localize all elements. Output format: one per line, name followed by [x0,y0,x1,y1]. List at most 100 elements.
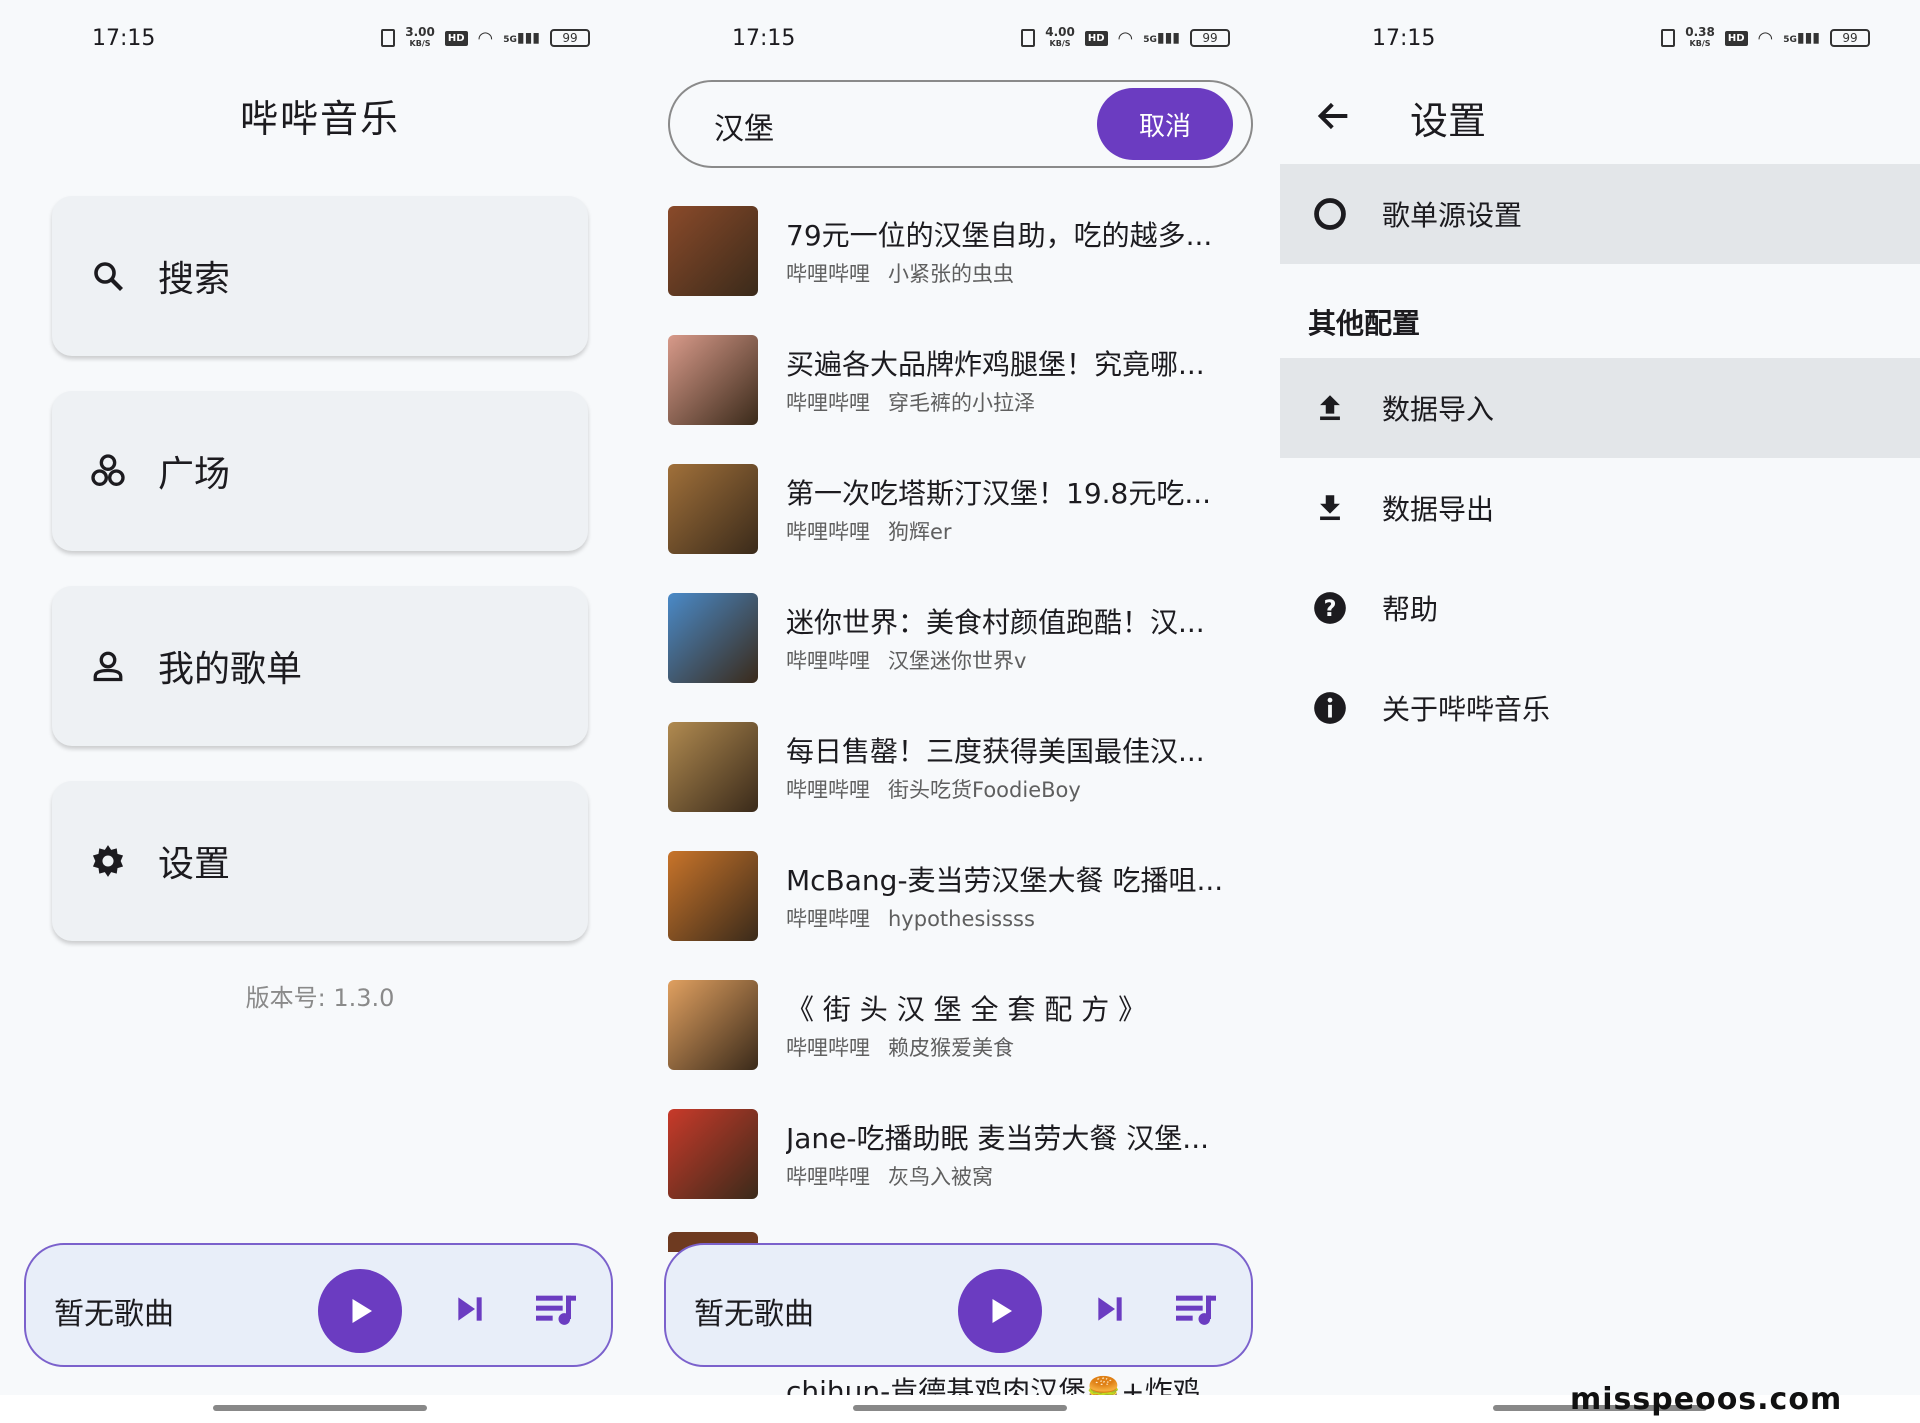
status-time: 17:15 [1372,26,1436,51]
version-text: 版本号: 1.3.0 [245,984,395,1012]
queue-button[interactable] [1172,1289,1220,1329]
data-import-setting[interactable]: 数据导入 [1280,358,1920,458]
result-thumbnail[interactable] [668,722,758,812]
result-thumbnail[interactable] [668,593,758,683]
result-author: 穿毛裤的小拉泽 [888,391,1035,415]
mini-player[interactable]: 暂无歌曲 [24,1243,613,1367]
playlist-source-setting[interactable]: 歌单源设置 [1280,164,1920,264]
menu-square-button[interactable]: 广场 [52,391,588,551]
result-author: 灰鸟入被窝 [888,1165,993,1189]
menu-label: 搜索 [158,259,231,300]
watermark: misspeoos.com [1570,1382,1843,1417]
network-speed: 0.38 KB/S [1685,25,1715,48]
search-result-item[interactable]: 买遍各大品牌炸鸡腿堡！究竟哪... 哔哩哔哩 穿毛裤的小拉泽 [668,329,1258,458]
search-result-item[interactable]: McBang-麦当劳汉堡大餐 吃播咀... 哔哩哔哩 hypothesissss [668,845,1258,974]
cancel-button[interactable]: 取消 [1097,88,1233,160]
result-thumbnail[interactable] [668,335,758,425]
about-setting[interactable]: 关于哔哔音乐 [1280,658,1920,758]
help-setting[interactable]: ? 帮助 [1280,558,1920,658]
play-button[interactable] [318,1269,402,1353]
status-bar: 17:15 3.00 KB/S HD ◠ 5G▮▮▮ 99 [0,0,640,80]
status-bar: 17:15 4.00 KB/S HD ◠ 5G▮▮▮ 99 [640,0,1280,80]
result-thumbnail[interactable] [668,851,758,941]
signal-icon: 5G▮▮▮ [1143,30,1180,46]
section-heading: 其他配置 [1308,307,1421,340]
vibrate-icon [1021,29,1036,47]
search-result-item[interactable]: 79元一位的汉堡自助，吃的越多... 哔哩哔哩 小紧张的虫虫 [668,200,1258,329]
gear-icon [88,841,128,881]
setting-label: 数据导入 [1382,393,1495,426]
hd-badge: HD [444,30,468,46]
result-thumbnail[interactable] [668,464,758,554]
home-indicator[interactable] [213,1405,427,1411]
workspaces-icon [88,451,128,491]
data-export-setting[interactable]: 数据导出 [1280,458,1920,558]
setting-label: 数据导出 [1382,493,1495,526]
queue-music-icon [1176,1295,1216,1325]
menu-my-playlist-button[interactable]: 我的歌单 [52,586,588,746]
download-icon [1310,488,1350,528]
result-source: 哔哩哔哩 [786,778,870,802]
skip-next-icon [458,1297,482,1321]
result-source: 哔哩哔哩 [786,391,870,415]
wifi-icon: ◠ [1117,27,1134,49]
search-result-item[interactable]: 第一次吃塔斯汀汉堡！19.8元吃... 哔哩哔哩 狗辉er [668,458,1258,587]
menu-settings-button[interactable]: 设置 [52,781,588,941]
home-indicator[interactable] [853,1405,1067,1411]
result-title: 《 街 头 汉 堡 全 套 配 方 》 [786,993,1147,1026]
queue-music-icon [536,1295,576,1325]
menu-search-button[interactable]: 搜索 [52,196,588,356]
search-icon [88,256,128,296]
result-subtitle: 哔哩哔哩 汉堡迷你世界v [786,645,1026,675]
setting-label: 歌单源设置 [1382,199,1523,232]
network-speed: 4.00 KB/S [1045,25,1075,48]
search-result-item[interactable]: 迷你世界：美食村颜值跑酷！汉... 哔哩哔哩 汉堡迷你世界v [668,587,1258,716]
home-screen: 17:15 3.00 KB/S HD ◠ 5G▮▮▮ 99 哔哔音乐 搜索 广场 … [0,0,640,1423]
result-source: 哔哩哔哩 [786,520,870,544]
status-time: 17:15 [732,26,796,51]
result-subtitle: 哔哩哔哩 街头吃货FoodieBoy [786,774,1081,804]
play-button[interactable] [958,1269,1042,1353]
search-result-item[interactable]: Jane-吃播助眠 麦当劳大餐 汉堡... 哔哩哔哩 灰鸟入被窝 [668,1103,1258,1232]
menu-label: 广场 [158,454,231,495]
now-playing-text: 暂无歌曲 [54,1297,174,1332]
search-result-item[interactable]: 每日售罄！三度获得美国最佳汉... 哔哩哔哩 街头吃货FoodieBoy [668,716,1258,845]
settings-screen: 17:15 0.38 KB/S HD ◠ 5G▮▮▮ 99 设置 歌单源设置 其他… [1280,0,1920,1423]
radio-unchecked-icon[interactable] [1310,194,1350,234]
settings-header: 设置 [1280,80,1920,160]
play-icon [352,1299,372,1323]
search-results-list: 79元一位的汉堡自助，吃的越多... 哔哩哔哩 小紧张的虫虫 买遍各大品牌炸鸡腿堡！究… [668,200,1258,1232]
result-source: 哔哩哔哩 [786,262,870,286]
result-title: McBang-麦当劳汉堡大餐 吃播咀... [786,864,1224,897]
result-subtitle: 哔哩哔哩 hypothesissss [786,903,1035,933]
skip-next-button[interactable] [1090,1289,1130,1329]
wifi-icon: ◠ [1757,27,1774,49]
back-button[interactable] [1314,96,1360,142]
result-author: 狗辉er [888,520,952,544]
mini-player[interactable]: 暂无歌曲 [664,1243,1253,1367]
queue-button[interactable] [532,1289,580,1329]
search-result-item[interactable]: 《 街 头 汉 堡 全 套 配 方 》哔哩哔哩 赖皮猴爱美食 [668,974,1258,1103]
result-thumbnail[interactable] [668,980,758,1070]
skip-next-icon [1098,1297,1122,1321]
battery-icon: 99 [1190,29,1230,47]
status-bar: 17:15 0.38 KB/S HD ◠ 5G▮▮▮ 99 [1280,0,1920,80]
menu-label: 我的歌单 [158,649,303,690]
signal-icon: 5G▮▮▮ [1783,30,1820,46]
setting-label: 关于哔哔音乐 [1382,693,1551,726]
result-thumbnail[interactable] [668,206,758,296]
play-icon [992,1299,1012,1323]
result-subtitle: 哔哩哔哩 穿毛裤的小拉泽 [786,387,1035,417]
search-input[interactable]: 汉堡 取消 [668,80,1253,168]
result-subtitle: 哔哩哔哩 小紧张的虫虫 [786,258,1014,288]
network-speed: 3.00 KB/S [405,25,435,48]
result-title: 迷你世界：美食村颜值跑酷！汉... [786,606,1205,639]
page-title: 设置 [1410,99,1487,143]
result-thumbnail[interactable] [668,1109,758,1199]
skip-next-button[interactable] [450,1289,490,1329]
search-screen: 17:15 4.00 KB/S HD ◠ 5G▮▮▮ 99 汉堡 取消 79元一位… [640,0,1280,1423]
arrow-back-icon [1317,102,1348,130]
search-query[interactable]: 汉堡 [714,104,774,148]
result-author: 赖皮猴爱美食 [888,1036,1014,1060]
result-source: 哔哩哔哩 [786,907,870,931]
